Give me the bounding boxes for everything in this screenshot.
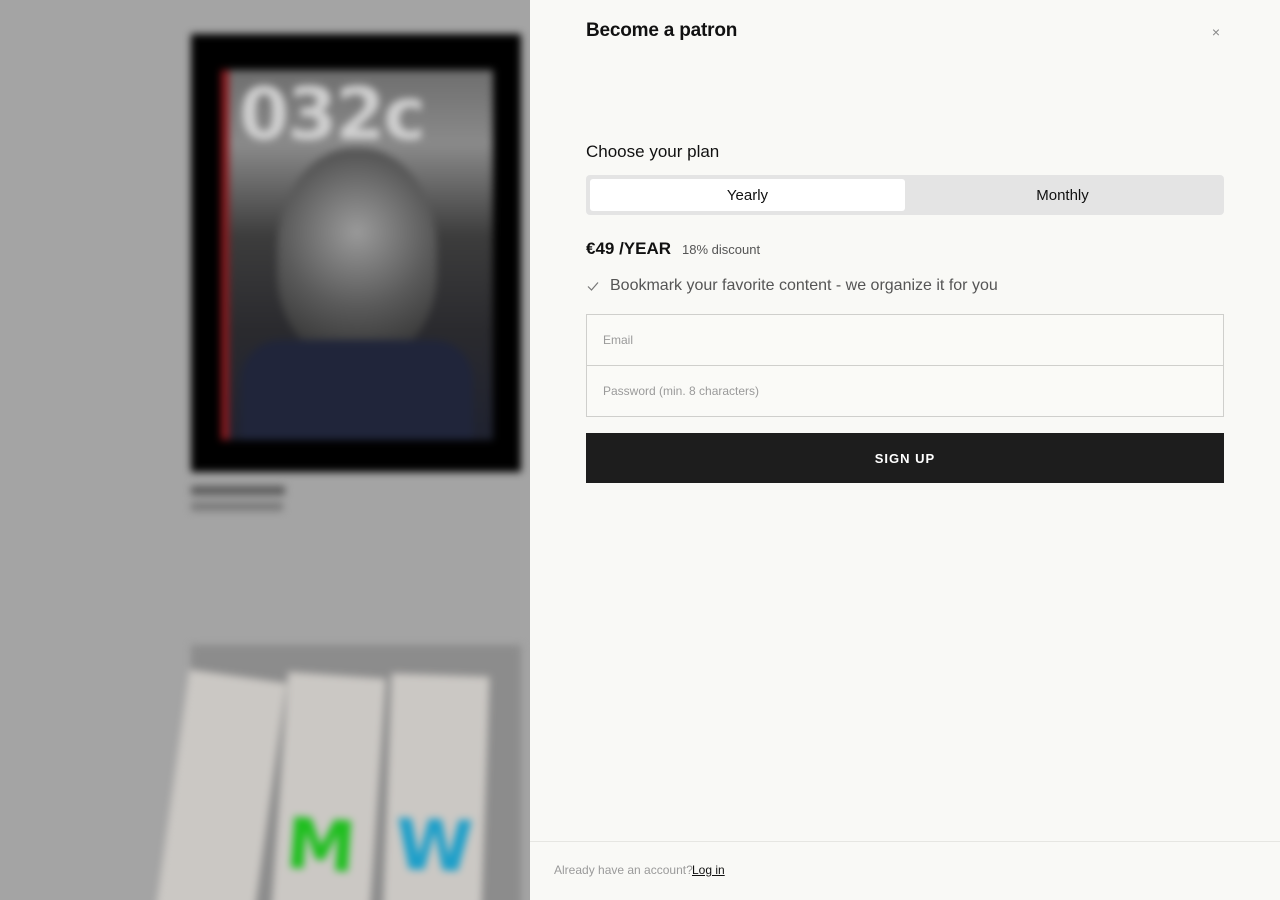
background-blur-layer: 032c M W [0, 0, 530, 900]
cover-caption-title [191, 486, 285, 495]
cover-portrait [277, 148, 437, 358]
magazine-item: W [382, 673, 490, 900]
panel-title: Become a patron [586, 20, 738, 41]
background-page: 032c M W [0, 0, 530, 900]
magazine-stack-card: M W [153, 645, 521, 900]
close-icon: × [1211, 24, 1221, 40]
magazine-item [153, 669, 287, 900]
feature-text: Bookmark your favorite content - we orga… [610, 277, 998, 294]
price-row: €49 /YEAR 18% discount [586, 239, 760, 259]
price-amount: €49 /YEAR [586, 239, 672, 258]
feature-item: Bookmark your favorite content - we orga… [586, 277, 998, 295]
signup-form [586, 314, 1224, 417]
magazine-letter: W [394, 803, 475, 889]
discount-badge: 18% discount [682, 242, 761, 257]
cover-caption-subtitle [191, 502, 283, 511]
cover-masthead: 032c [239, 72, 426, 156]
magazine-letter: M [283, 802, 359, 889]
email-field[interactable] [587, 315, 1223, 365]
signup-button[interactable]: SIGN UP [586, 433, 1224, 483]
plan-tab-monthly[interactable]: Monthly [905, 179, 1220, 211]
patron-panel: Become a patron × Choose your plan Yearl… [530, 0, 1280, 900]
cover-photo: 032c [221, 70, 493, 440]
login-link[interactable]: Log in [692, 863, 725, 877]
cover-shirt [241, 340, 473, 440]
close-button[interactable]: × [1206, 22, 1226, 42]
magazine-cover-card: 032c [191, 34, 521, 472]
panel-footer: Already have an account? Log in [530, 841, 1280, 900]
plan-heading: Choose your plan [586, 142, 720, 161]
check-icon [586, 279, 600, 293]
plan-tab-yearly[interactable]: Yearly [590, 179, 905, 211]
password-field[interactable] [587, 366, 1223, 416]
plan-toggle: Yearly Monthly [586, 175, 1224, 215]
magazine-item: M [270, 671, 386, 900]
footer-text: Already have an account? [554, 863, 693, 877]
cover-red-strip [221, 70, 229, 440]
